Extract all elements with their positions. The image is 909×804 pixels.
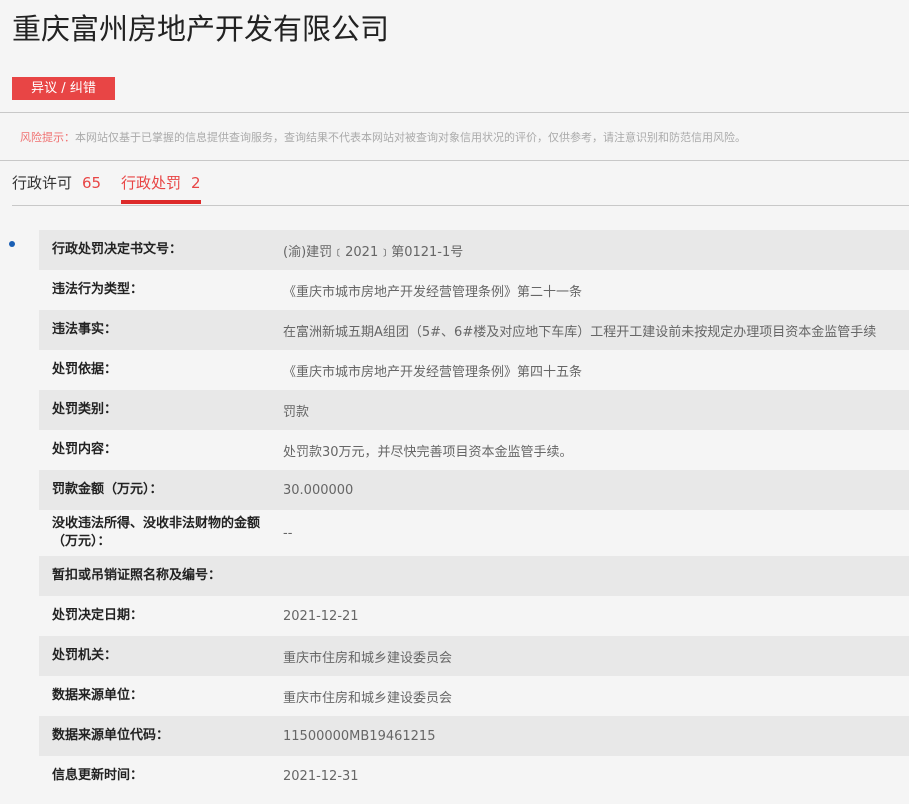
field-label: 暂扣或吊销证照名称及编号：: [52, 568, 222, 583]
table-row: 处罚内容： 处罚款30万元，并尽快完善项目资本金监管手续。: [39, 430, 909, 470]
field-value: 处罚款30万元，并尽快完善项目资本金监管手续。: [283, 444, 573, 460]
tab-administrative-penalty[interactable]: 行政处罚 2: [121, 172, 201, 204]
table-row: 数据来源单位代码： 11500000MB19461215: [39, 716, 909, 756]
field-value: 30.000000: [283, 482, 354, 498]
field-label: 行政处罚决定书文号：: [52, 242, 183, 257]
table-row: 暂扣或吊销证照名称及编号：: [39, 556, 909, 596]
field-label: 违法行为类型：: [52, 282, 144, 297]
divider: [0, 160, 909, 161]
field-value: 《重庆市城市房地产开发经营管理条例》第二十一条: [283, 284, 583, 300]
divider: [0, 112, 909, 113]
table-row: 违法行为类型： 《重庆市城市房地产开发经营管理条例》第二十一条: [39, 270, 909, 310]
field-value: 11500000MB19461215: [283, 728, 436, 744]
field-value: --: [283, 525, 293, 541]
risk-notice: 风险提示：本网站仅基于已掌握的信息提供查询服务，查询结果不代表本网站对被查询对象…: [20, 129, 746, 145]
table-row: 数据来源单位： 重庆市住房和城乡建设委员会: [39, 676, 909, 716]
table-row: 信息更新时间： 2021-12-31: [39, 756, 909, 796]
tab-count: 65: [82, 174, 102, 192]
field-value: 重庆市住房和城乡建设委员会: [283, 690, 453, 706]
field-label: 数据来源单位：: [52, 688, 144, 703]
divider: [12, 205, 909, 206]
field-label: 信息更新时间：: [52, 768, 144, 783]
field-label: 处罚内容：: [52, 442, 118, 457]
table-row: 处罚依据： 《重庆市城市房地产开发经营管理条例》第四十五条: [39, 350, 909, 390]
field-label: 违法事实：: [52, 322, 118, 337]
bullet-icon: [9, 241, 15, 247]
field-label: 处罚类别：: [52, 402, 118, 417]
table-row: 没收违法所得、没收非法财物的金额（万元）： --: [39, 510, 909, 556]
field-label: 处罚机关：: [52, 648, 118, 663]
table-row: 处罚决定日期： 2021-12-21: [39, 596, 909, 636]
field-label: 没收违法所得、没收非法财物的金额（万元）：: [52, 516, 261, 549]
table-row: 罚款金额（万元）： 30.000000: [39, 470, 909, 510]
field-label: 数据来源单位代码：: [52, 728, 170, 743]
field-value: 重庆市住房和城乡建设委员会: [283, 650, 453, 666]
tab-count: 2: [191, 174, 201, 192]
active-tab-indicator: [121, 200, 201, 204]
risk-notice-text: 本网站仅基于已掌握的信息提供查询服务，查询结果不代表本网站对被查询对象信用状况的…: [75, 131, 746, 144]
tab-label: 行政许可: [12, 174, 73, 192]
field-label: 处罚依据：: [52, 362, 118, 377]
tab-administrative-license[interactable]: 行政许可 65: [12, 172, 101, 193]
table-row: 处罚机关： 重庆市住房和城乡建设委员会: [39, 636, 909, 676]
field-value: (渝)建罚﹝2021﹞第0121-1号: [283, 244, 464, 260]
field-value: 在富洲新城五期A组团（5#、6#楼及对应地下车库）工程开工建设前未按规定办理项目…: [283, 324, 877, 340]
field-value: 《重庆市城市房地产开发经营管理条例》第四十五条: [283, 364, 583, 380]
table-row: 处罚类别： 罚款: [39, 390, 909, 430]
field-label: 处罚决定日期：: [52, 608, 144, 623]
field-value: 2021-12-21: [283, 608, 359, 624]
field-value: 2021-12-31: [283, 768, 359, 784]
field-value: 罚款: [283, 404, 310, 420]
penalty-detail-table: 行政处罚决定书文号： (渝)建罚﹝2021﹞第0121-1号 违法行为类型： 《重庆…: [39, 230, 909, 796]
field-label: 罚款金额（万元）：: [52, 482, 163, 497]
tab-label: 行政处罚: [121, 174, 182, 192]
company-name: 重庆富州房地产开发有限公司: [12, 12, 390, 46]
risk-notice-label: 风险提示：: [20, 131, 75, 144]
table-row: 行政处罚决定书文号： (渝)建罚﹝2021﹞第0121-1号: [39, 230, 909, 270]
dispute-correction-button[interactable]: 异议 / 纠错: [12, 77, 115, 100]
table-row: 违法事实： 在富洲新城五期A组团（5#、6#楼及对应地下车库）工程开工建设前未按规…: [39, 310, 909, 350]
